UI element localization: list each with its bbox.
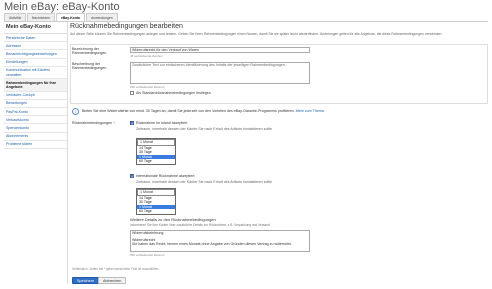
returns-label: Rücknahmebedingungen ? — [72, 121, 115, 125]
tab-activity[interactable]: Aktivität — [4, 13, 26, 21]
top-tabs: Aktivität Nachrichten eBay-Konto Anwendu… — [4, 13, 118, 21]
policy-name-input[interactable]: Widerrufsrecht für den Verkauf von Waren — [130, 47, 310, 53]
international-period-dropdown[interactable]: 1 Monat 14 Tage 30 Tage 1 Monat 60 Tage — [136, 188, 176, 215]
sidebar-item-paypal[interactable]: PayPal-Konto — [4, 108, 67, 117]
main-content: Rücknahmebedingungen bearbeiten Auf dies… — [70, 22, 488, 36]
details-hint: Informieren Sie Ihre Käufer über zusätzl… — [130, 223, 271, 227]
intro-text: Auf dieser Seite können Sie Rahmenbeding… — [70, 32, 443, 36]
description-label: Beschreibung der Rahmenbedingungen — [72, 62, 107, 70]
tab-messages[interactable]: Nachrichten — [26, 13, 55, 21]
international-period-hint: Zeitraum, innerhalb dessen der Käufer Si… — [136, 180, 273, 184]
sidebar-item-buyer-communication[interactable]: Kommunikation mit Käufern verwalten — [4, 67, 67, 80]
sidebar: Mein eBay-Konto Persönliche Daten Adress… — [4, 22, 68, 284]
sidebar-item-addresses[interactable]: Adressen — [4, 42, 67, 51]
page-title: Mein eBay: eBay-Konto — [4, 1, 120, 13]
domestic-returns-checkbox[interactable] — [130, 121, 134, 126]
domestic-period-dropdown[interactable]: 1 Monat 14 Tage 30 Tage 1 Monat 60 Tage — [136, 138, 176, 165]
save-button[interactable]: Speichern — [72, 277, 100, 284]
sidebar-header: Mein eBay-Konto — [4, 22, 67, 34]
tab-account[interactable]: eBay-Konto — [55, 13, 85, 21]
required-fields-note: Verbindlich. Jedes mit * gekennzeichnete… — [72, 267, 160, 271]
dropdown-option[interactable]: 60 Tage — [137, 159, 175, 163]
name-char-count: 48 verbleibende Zeichen — [130, 54, 163, 58]
international-period-selected[interactable]: 1 Monat — [137, 189, 175, 196]
sidebar-item-seller-account[interactable]: Verkaufskonto — [4, 116, 67, 125]
cancel-button[interactable]: Abbrechen — [98, 277, 127, 284]
sidebar-item-seller-cockpit[interactable]: Verkäufer-Cockpit — [4, 92, 67, 100]
details-line: Sie haben das Recht, binnen eines Monats… — [132, 242, 293, 246]
returns-label-text: Rücknahmebedingungen — [72, 121, 112, 125]
sidebar-item-subscriptions[interactable]: Abonnements — [4, 133, 67, 141]
dropdown-option[interactable]: 60 Tage — [137, 209, 175, 213]
details-char-count: 500 verbleibende Zeichen — [130, 253, 165, 257]
sidebar-item-resolution[interactable]: Probleme klären — [4, 141, 67, 150]
description-char-count: 250 verbleibende Zeichen — [130, 85, 165, 89]
international-returns-label: Internationale Rücknahme akzeptiert — [136, 174, 195, 178]
return-details-textarea[interactable]: Widerrufsbelehrung Widerrufsrecht Sie ha… — [130, 230, 310, 252]
sidebar-item-notifications[interactable]: Benachrichtigungseinstellungen — [4, 50, 67, 59]
info-link[interactable]: Mehr zum Thema — [296, 109, 324, 113]
sidebar-item-settings[interactable]: Einstellungen — [4, 59, 67, 67]
tab-apps[interactable]: Anwendungen — [86, 13, 118, 21]
sidebar-item-personal[interactable]: Persönliche Daten — [4, 34, 67, 43]
name-label: Bezeichnung der Rahmenbedingungen — [72, 47, 107, 55]
domestic-period-hint: Zeitraum, innerhalb dessen der Käufer Si… — [136, 127, 273, 131]
sidebar-item-donation[interactable]: Spendenkonto — [4, 124, 67, 133]
international-returns-checkbox[interactable] — [130, 174, 134, 179]
default-policy-label: Als Standardrücknahmebedingungen festleg… — [136, 91, 211, 95]
default-policy-checkbox[interactable] — [130, 91, 134, 95]
domestic-returns-label: Rücknahme im Inland akzeptiert — [136, 121, 188, 125]
details-label: Weitere Details zu den Rücknahmebedingun… — [130, 217, 216, 222]
info-text: Bieten Sie eine Widerrufsfrist von mind.… — [82, 109, 295, 113]
help-icon[interactable]: ? — [113, 121, 115, 125]
form-heading: Rücknahmebedingungen bearbeiten — [70, 23, 183, 30]
domestic-period-selected[interactable]: 1 Monat — [137, 139, 175, 146]
policy-description-textarea[interactable]: Zusätzlicher Text zur einfacheren Identi… — [130, 62, 310, 84]
info-message: Bieten Sie eine Widerrufsfrist von mind.… — [82, 109, 372, 113]
sidebar-item-business-policies[interactable]: Rahmenbedingungen für Ihre Angebote — [4, 79, 67, 92]
sidebar-item-feedback[interactable]: Bewertungen — [4, 100, 67, 109]
info-icon: i — [72, 108, 79, 115]
